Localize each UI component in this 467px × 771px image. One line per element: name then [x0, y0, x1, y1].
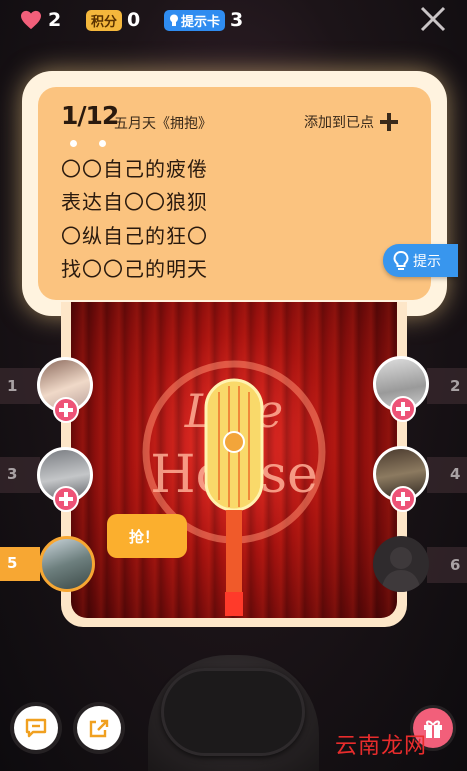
- heart-icon: [21, 10, 41, 30]
- seat-number: 1: [7, 377, 18, 395]
- lyric-line: 找〇〇己的明天: [61, 257, 208, 281]
- seat-tab: [0, 368, 40, 404]
- points-value: 0: [127, 9, 141, 31]
- stage-curtain: Live House: [71, 302, 397, 618]
- stage-frame: Live House: [61, 302, 407, 627]
- add-friend-icon[interactable]: [53, 397, 79, 423]
- blank-dot: [70, 140, 77, 147]
- hint-button-label: 提示: [413, 253, 441, 270]
- add-friend-icon[interactable]: [390, 486, 416, 512]
- microphone-icon: [204, 378, 264, 616]
- live-house-sign: Live House: [142, 360, 326, 616]
- blank-dot: [99, 140, 106, 147]
- avatar[interactable]: [39, 536, 95, 592]
- lives-counter: 2: [20, 6, 61, 34]
- default-user-icon: [381, 547, 421, 592]
- close-icon[interactable]: [418, 4, 448, 34]
- add-to-playlist-label: 添加到已点: [304, 115, 374, 131]
- add-friend-icon[interactable]: [390, 396, 416, 422]
- lives-count: 2: [48, 9, 62, 31]
- seat-number: 3: [7, 465, 18, 483]
- seat-number: 2: [450, 377, 461, 395]
- lyric-line: 表达自〇〇狼狈: [61, 190, 208, 214]
- seat-tab: [0, 457, 40, 493]
- hint-card-value: 3: [230, 9, 244, 31]
- points-label: 积分: [86, 9, 123, 31]
- add-to-playlist-button[interactable]: 添加到已点: [304, 112, 398, 132]
- hint-card-label-pill: 提示卡: [164, 9, 226, 31]
- lyric-line: 〇〇自己的疲倦: [61, 157, 208, 181]
- hint-card-counter: 提示卡 3: [164, 6, 243, 34]
- lightbulb-icon: [393, 250, 409, 270]
- chat-icon: [25, 718, 47, 738]
- plus-icon: [380, 113, 398, 131]
- question-number: 1/12: [61, 101, 119, 130]
- chat-button[interactable]: [14, 706, 58, 750]
- song-title: 五月天《拥抱》: [114, 116, 212, 132]
- share-button[interactable]: [77, 706, 121, 750]
- record-button[interactable]: [161, 668, 305, 756]
- seat-tab: [427, 457, 467, 493]
- points-counter: 积分 0: [86, 6, 140, 34]
- seat-tab-active: [0, 547, 40, 581]
- watermark: 云南龙网: [335, 734, 428, 759]
- seat-number: 5: [7, 554, 18, 572]
- seat-tab: [427, 547, 467, 583]
- grab-answer-bubble: 抢！: [107, 514, 187, 558]
- seat-tab: [427, 368, 467, 404]
- add-friend-icon[interactable]: [53, 486, 79, 512]
- seat-number: 4: [450, 465, 461, 483]
- share-icon: [89, 719, 109, 738]
- empty-seat-avatar[interactable]: [373, 536, 429, 592]
- hint-card-label: 提示卡: [181, 14, 221, 30]
- lightbulb-icon: [170, 14, 178, 26]
- hint-button[interactable]: 提示: [383, 244, 458, 277]
- lyric-line: 〇纵自己的狂〇: [61, 224, 208, 248]
- seat-number: 6: [450, 556, 461, 574]
